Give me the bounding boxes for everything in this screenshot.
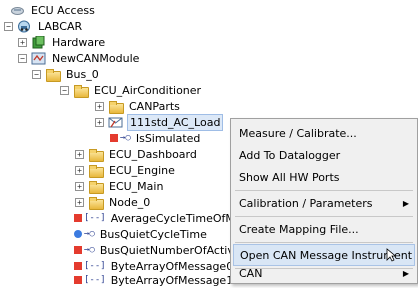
collapse-icon[interactable]: −: [18, 53, 27, 63]
tree-label: Bus_0: [66, 67, 99, 81]
tree-label: NewCANModule: [52, 51, 140, 65]
collapse-icon[interactable]: −: [32, 69, 41, 79]
can-module-icon: [31, 52, 46, 65]
tree-item-averagecycletime[interactable]: [--] AverageCycleTimeOfMes: [74, 210, 249, 226]
collapse-icon[interactable]: −: [4, 21, 13, 31]
tree-item-bus0[interactable]: − Bus_0: [32, 66, 101, 82]
hardware-icon: [31, 35, 46, 49]
menu-item-label: Measure / Calibrate...: [239, 126, 357, 140]
expand-icon[interactable]: +: [75, 197, 84, 207]
tree-item-busquietcycletime[interactable]: →○ BusQuietCycleTime: [74, 226, 209, 242]
signal-bracket-icon: [--]: [84, 213, 106, 223]
signal-arrow-icon: →○: [120, 133, 131, 143]
tree-item-issimulated[interactable]: →○ IsSimulated: [110, 130, 202, 146]
tree-label: Node_0: [109, 195, 151, 209]
menu-item-measure-calibrate[interactable]: Measure / Calibrate...: [233, 122, 415, 144]
tree-item-ecu-engine[interactable]: + ECU_Engine: [75, 162, 177, 178]
tree-item-labcar[interactable]: − LABCAR: [4, 18, 84, 34]
menu-item-label: Add To Datalogger: [239, 148, 341, 162]
signal-red-icon: [74, 246, 82, 254]
menu-item-can[interactable]: CAN ▶: [233, 264, 415, 282]
labcar-icon: [17, 20, 32, 33]
tree-label: CANParts: [129, 99, 180, 113]
expand-icon[interactable]: +: [75, 181, 84, 191]
expand-icon[interactable]: +: [95, 101, 104, 111]
signal-blue-icon: [74, 230, 82, 238]
folder-icon: [45, 68, 61, 82]
tree-label: ECU_Main: [109, 179, 164, 193]
tree-item-canparts[interactable]: + CANParts: [95, 98, 182, 114]
tree-item-hardware[interactable]: + Hardware: [18, 34, 107, 50]
folder-icon: [88, 164, 104, 178]
tree-label: ECU_AirConditioner: [94, 83, 202, 97]
tree-item-ecu-main[interactable]: + ECU_Main: [75, 178, 165, 194]
menu-separator: [235, 242, 413, 243]
menu-separator: [235, 190, 413, 191]
tree-label: LABCAR: [38, 19, 83, 33]
tree-item-111std-ac-load[interactable]: + 111std_AC_Load: [95, 113, 224, 131]
tree-label: ECU_Engine: [109, 163, 175, 177]
signal-bracket-icon: [--]: [84, 261, 106, 271]
expand-icon[interactable]: +: [18, 37, 27, 47]
tree-label: Hardware: [52, 35, 106, 49]
folder-icon: [108, 100, 124, 114]
folder-icon: [88, 148, 104, 162]
tree-label: AverageCycleTimeOfMes: [110, 211, 248, 225]
submenu-arrow-icon: ▶: [402, 268, 409, 278]
menu-item-create-mapping-file[interactable]: Create Mapping File...: [233, 218, 415, 240]
tree-item-bytearray1[interactable]: [--] ByteArrayOfMessage1: [74, 272, 235, 288]
tree-item-ecu-airconditioner[interactable]: − ECU_AirConditioner: [60, 82, 203, 98]
expand-icon[interactable]: +: [75, 165, 84, 175]
menu-item-label: Calibration / Parameters: [239, 196, 373, 210]
tree-label: ECU_Dashboard: [109, 147, 197, 161]
expand-icon[interactable]: +: [95, 117, 104, 127]
submenu-arrow-icon: ▶: [402, 198, 409, 208]
menu-item-label: Show All HW Ports: [239, 170, 340, 184]
tree-item-busquietnumber[interactable]: →○ BusQuietNumberOfActiv: [74, 242, 236, 258]
folder-icon: [73, 84, 89, 98]
signal-red-icon: [110, 134, 118, 142]
expand-icon[interactable]: +: [75, 149, 84, 159]
tree-item-ecu-access[interactable]: ECU Access: [10, 2, 97, 18]
menu-item-label: Create Mapping File...: [239, 222, 359, 236]
menu-item-label: CAN: [239, 266, 263, 280]
tree-label: BusQuietCycleTime: [99, 227, 207, 241]
tree-item-newcanmodule[interactable]: − NewCANModule: [18, 50, 141, 66]
can-message-icon: [108, 116, 123, 129]
folder-icon: [88, 196, 104, 210]
tree-label: ByteArrayOfMessage1: [110, 273, 234, 287]
tree-label-selected: 111std_AC_Load: [127, 113, 224, 131]
collapse-icon[interactable]: −: [60, 85, 69, 95]
signal-red-icon: [74, 214, 82, 222]
mouse-cursor-icon: [386, 248, 396, 262]
tree-item-ecu-dashboard[interactable]: + ECU_Dashboard: [75, 146, 199, 162]
menu-item-show-all-hw-ports[interactable]: Show All HW Ports: [233, 166, 415, 188]
tree-label: IsSimulated: [135, 131, 201, 145]
menu-item-add-to-datalogger[interactable]: Add To Datalogger: [233, 144, 415, 166]
signal-arrow-icon: →○: [84, 245, 95, 255]
tree-label: BusQuietNumberOfActiv: [99, 243, 234, 257]
menu-item-calibration-parameters[interactable]: Calibration / Parameters ▶: [233, 192, 415, 214]
tree-label: ECU Access: [31, 3, 95, 17]
signal-red-icon: [74, 262, 82, 270]
signal-red-icon: [74, 276, 82, 284]
ecu-access-icon: [10, 4, 25, 17]
tree-item-node0[interactable]: + Node_0: [75, 194, 152, 210]
menu-separator: [235, 216, 413, 217]
folder-icon: [88, 180, 104, 194]
signal-arrow-icon: →○: [84, 229, 95, 239]
